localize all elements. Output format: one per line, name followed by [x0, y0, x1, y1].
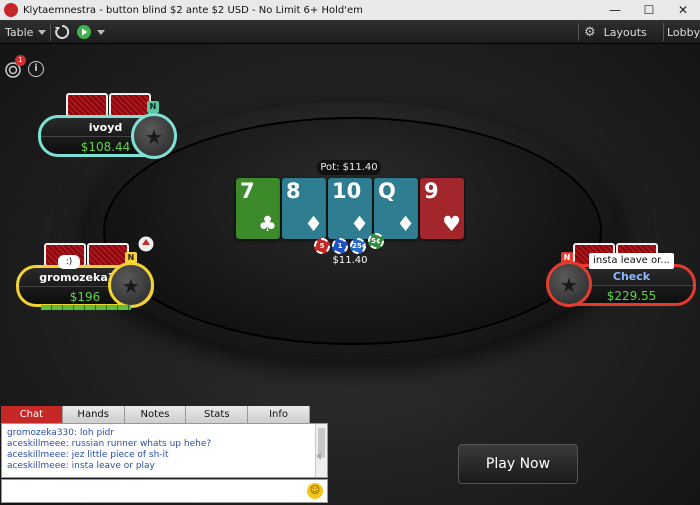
table-menu-label: Table — [5, 25, 34, 39]
card-rank: 10 — [332, 179, 362, 203]
board-card: Q ♦ — [374, 178, 418, 239]
chat-log[interactable]: gromozeka330: loh pidr aceskillmeee: rus… — [1, 423, 328, 478]
layouts-label: Layouts — [603, 25, 647, 39]
emoji-icon[interactable]: ☺ — [307, 483, 323, 499]
card-rank: Q — [378, 179, 396, 203]
card-rank: 9 — [424, 179, 439, 203]
tab-hands[interactable]: Hands — [62, 406, 125, 423]
card-back — [109, 93, 151, 117]
pot-total: $11.40 — [332, 255, 368, 266]
avatar: ★ — [108, 262, 154, 308]
play-now-button[interactable]: Play Now — [458, 444, 578, 484]
chat-tooltip: insta leave or... — [589, 253, 674, 269]
card-rank: 8 — [286, 179, 301, 203]
pot-chip: 5 — [314, 238, 330, 254]
dealer-button: N — [125, 252, 137, 264]
app-icon — [4, 3, 18, 17]
toolbar: Table ⚙ Layouts Lobby — [0, 20, 700, 44]
tab-chat[interactable]: Chat — [1, 406, 63, 423]
collapse-arrow-icon[interactable] — [316, 452, 321, 460]
pot-chip: 25¢ — [350, 238, 367, 254]
card-suit-icon: ♦ — [304, 212, 323, 236]
chat-input[interactable]: ☺ — [1, 479, 328, 503]
card-rank: 7 — [240, 179, 255, 203]
play-icon — [77, 25, 91, 39]
chat-scrollbar[interactable] — [315, 424, 327, 477]
chat-line: aceskillmeee: insta leave or play — [7, 461, 155, 471]
title-bar: Klytaemnestra - button blind $2 ante $2 … — [0, 0, 700, 20]
board-card: 7 ♣ — [236, 178, 280, 239]
n-marker: N — [561, 252, 573, 264]
board-card: 8 ♦ — [282, 178, 326, 239]
tab-info[interactable]: Info — [248, 406, 310, 423]
notification-badge: 1 — [15, 55, 26, 66]
card-suit-icon: ♥ — [442, 212, 461, 236]
pot-label: Pot: $11.40 — [317, 160, 381, 175]
chat-line: aceskillmeee: russian runner whats up he… — [7, 439, 212, 449]
tab-stats[interactable]: Stats — [186, 406, 249, 423]
minimize-button[interactable]: — — [598, 0, 632, 20]
star-icon: ★ — [145, 125, 163, 149]
replay-button[interactable] — [54, 20, 70, 44]
maximize-button[interactable]: ☐ — [632, 0, 666, 20]
toolbar-divider — [578, 23, 579, 41]
board-card: 10 ♦ — [328, 178, 372, 239]
avatar: ★ — [546, 261, 592, 307]
chevron-down-icon — [38, 29, 47, 35]
lobby-label: Lobby — [667, 25, 700, 39]
toolbar-divider — [50, 23, 51, 41]
n-marker: N — [147, 101, 159, 113]
star-icon: ★ — [560, 273, 578, 297]
time-bank-bar — [41, 305, 131, 310]
play-menu-button[interactable] — [76, 20, 105, 44]
poker-table-window: Klytaemnestra - button blind $2 ante $2 … — [0, 0, 700, 505]
card-suit-icon: ♣ — [258, 212, 277, 236]
layouts-menu[interactable]: ⚙ Layouts — [584, 20, 647, 44]
card-back — [66, 93, 108, 117]
cards-icon — [137, 236, 155, 252]
card-suit-icon: ♦ — [350, 212, 369, 236]
star-icon: ★ — [122, 274, 140, 298]
pot-chip: 1 — [332, 238, 348, 254]
avatar: ★ — [131, 113, 177, 159]
chat-line: gromozeka330: loh pidr — [7, 428, 115, 438]
chat-bubble: :) — [58, 255, 80, 269]
tab-notes[interactable]: Notes — [124, 406, 187, 423]
chat-line: aceskillmeee: jez little piece of sh-it — [7, 450, 169, 460]
toolbar-divider — [663, 23, 664, 41]
chat-tabs: Chat Hands Notes Stats Info — [1, 406, 310, 423]
lobby-button[interactable]: Lobby — [667, 20, 700, 44]
card-suit-icon: ♦ — [396, 212, 415, 236]
board-card: 9 ♥ — [420, 178, 464, 239]
chevron-down-icon — [97, 29, 105, 35]
table-menu[interactable]: Table — [5, 20, 47, 44]
notifications-button[interactable]: 1 — [4, 55, 26, 78]
gear-icon: ⚙ — [584, 24, 596, 40]
refresh-icon — [55, 24, 70, 39]
window-title: Klytaemnestra - button blind $2 ante $2 … — [23, 4, 363, 16]
close-button[interactable]: ✕ — [666, 0, 700, 20]
info-icon[interactable]: i — [28, 61, 44, 77]
pot-chip: 5¢ — [368, 233, 384, 249]
